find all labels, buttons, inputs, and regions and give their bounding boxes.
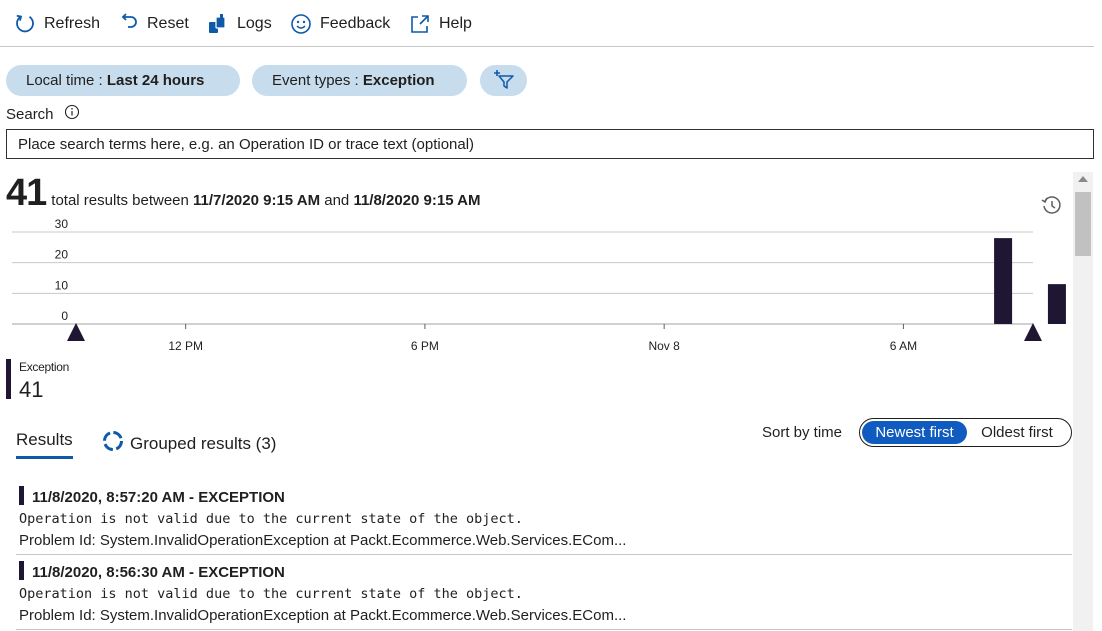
- logs-button[interactable]: Logs: [207, 10, 272, 38]
- search-label: Search: [6, 104, 80, 124]
- scrollbar-thumb[interactable]: [1075, 192, 1091, 256]
- refresh-icon: [14, 13, 36, 35]
- event-filter-prefix: Event types :: [272, 72, 363, 89]
- result-problem-id: Problem Id: System.InvalidOperationExcep…: [19, 607, 627, 624]
- result-item[interactable]: 11/8/2020, 8:56:30 AM - EXCEPTION Operat…: [16, 555, 1072, 630]
- logs-label: Logs: [237, 15, 272, 32]
- undo-icon: [119, 13, 139, 35]
- time-filter-prefix: Local time :: [26, 72, 107, 89]
- y-tick-label: 0: [61, 309, 68, 323]
- result-item[interactable]: 11/8/2020, 8:57:20 AM - EXCEPTION Operat…: [16, 480, 1072, 555]
- y-tick-label: 20: [55, 248, 69, 262]
- scroll-up-arrow-icon[interactable]: [1078, 176, 1088, 182]
- search-input[interactable]: [6, 129, 1094, 159]
- legend-color-bar: [6, 359, 11, 399]
- feedback-label: Feedback: [320, 15, 391, 32]
- feedback-button[interactable]: Feedback: [290, 10, 390, 38]
- summary-conj: and: [320, 192, 354, 209]
- summary-prefix: total results between: [51, 192, 194, 209]
- help-label: Help: [439, 15, 472, 32]
- reset-button[interactable]: Reset: [119, 10, 189, 38]
- tab-results[interactable]: Results: [16, 430, 73, 459]
- range-start-handle: [67, 323, 85, 341]
- add-filter-button[interactable]: [480, 65, 527, 96]
- summary-start: 11/7/2020 9:15 AM: [193, 192, 321, 209]
- x-tick-label: 6 AM: [890, 339, 917, 353]
- tab-grouped-label: Grouped results (3): [130, 433, 277, 453]
- result-problem-id: Problem Id: System.InvalidOperationExcep…: [19, 532, 627, 549]
- results-summary: 41 total results between 11/7/2020 9:15 …: [6, 172, 480, 215]
- total-count: 41: [6, 172, 47, 214]
- external-link-icon: [409, 13, 431, 35]
- event-types-filter[interactable]: Event types : Exception: [252, 65, 467, 96]
- result-title: 11/8/2020, 8:57:20 AM - EXCEPTION: [32, 489, 285, 506]
- summary-end: 11/8/2020 9:15 AM: [353, 192, 481, 209]
- info-icon[interactable]: [64, 104, 80, 124]
- command-bar: Refresh Reset Logs Feedback Help: [0, 0, 1094, 47]
- refresh-label: Refresh: [44, 15, 101, 32]
- reset-label: Reset: [147, 15, 189, 32]
- logs-icon: [207, 13, 229, 35]
- sort-oldest-option[interactable]: Oldest first: [967, 421, 1067, 444]
- y-tick-label: 30: [55, 217, 69, 231]
- smiley-icon: [290, 13, 312, 35]
- tab-results-label: Results: [16, 430, 73, 449]
- y-tick-label: 10: [55, 278, 69, 292]
- add-filter-icon: [491, 67, 517, 95]
- x-tick-label: 12 PM: [168, 339, 203, 353]
- loading-spinner-icon: [102, 430, 124, 457]
- time-filter-value: Last 24 hours: [106, 72, 205, 89]
- refresh-button[interactable]: Refresh: [14, 10, 100, 38]
- result-message: Operation is not valid due to the curren…: [19, 586, 523, 602]
- search-label-text: Search: [6, 105, 54, 123]
- legend-series-name: Exception: [19, 360, 69, 374]
- range-end-handle: [1024, 323, 1042, 341]
- sort-toggle[interactable]: Newest first Oldest first: [859, 418, 1072, 447]
- chart-bar: [994, 238, 1013, 324]
- result-title: 11/8/2020, 8:56:30 AM - EXCEPTION: [32, 564, 285, 581]
- result-severity-bar: [19, 561, 24, 580]
- results-list: 11/8/2020, 8:57:20 AM - EXCEPTION Operat…: [16, 480, 1072, 630]
- legend-series-count: 41: [19, 377, 44, 402]
- x-tick-label: 6 PM: [411, 339, 439, 353]
- sort-newest-option[interactable]: Newest first: [862, 421, 967, 444]
- x-tick-label: Nov 8: [648, 339, 680, 353]
- result-severity-bar: [19, 486, 24, 505]
- summary-text: total results between 11/7/2020 9:15 AM …: [51, 192, 480, 209]
- event-histogram-chart: 0 10 20 30 12 PM 6 PM Nov 8 6 AM: [12, 217, 1066, 353]
- vertical-scrollbar[interactable]: [1073, 172, 1093, 631]
- help-button[interactable]: Help: [409, 10, 472, 38]
- sort-label: Sort by time: [762, 424, 843, 441]
- chart-bar: [1047, 284, 1066, 324]
- time-range-filter[interactable]: Local time : Last 24 hours: [6, 65, 240, 96]
- event-filter-value: Exception: [362, 72, 435, 89]
- result-message: Operation is not valid due to the curren…: [19, 511, 523, 527]
- tab-grouped-results[interactable]: Grouped results (3): [102, 430, 276, 457]
